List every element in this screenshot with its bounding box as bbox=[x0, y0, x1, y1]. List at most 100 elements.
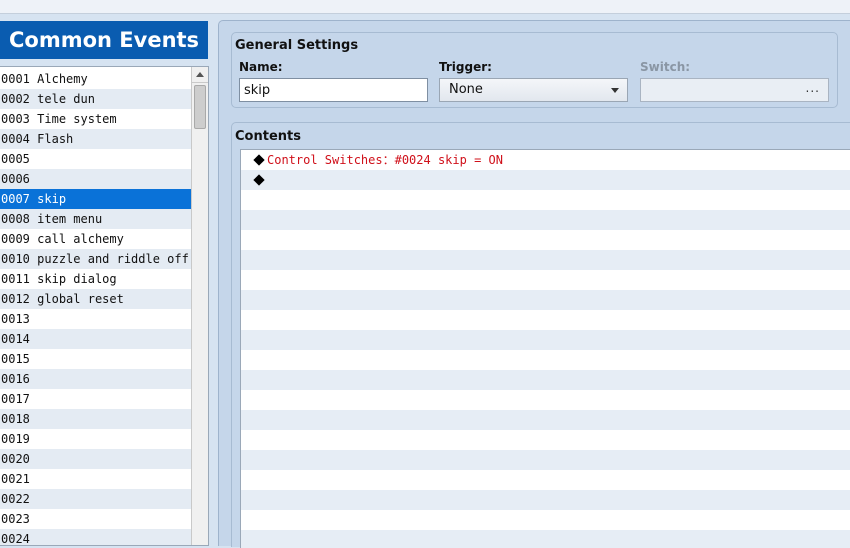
event-id: 0022 bbox=[1, 492, 30, 506]
switch-label: Switch: bbox=[640, 60, 691, 74]
empty-row bbox=[241, 290, 850, 310]
list-item[interactable]: 0007 skip bbox=[0, 189, 191, 209]
scroll-up-button[interactable] bbox=[192, 67, 208, 83]
list-item[interactable]: 0020 bbox=[0, 449, 191, 469]
event-id: 0003 bbox=[1, 112, 30, 126]
list-item[interactable]: 0023 bbox=[0, 509, 191, 529]
empty-row bbox=[241, 270, 850, 290]
trigger-select[interactable]: None bbox=[439, 78, 628, 102]
list-item[interactable]: 0002 tele dun bbox=[0, 89, 191, 109]
event-id: 0017 bbox=[1, 392, 30, 406]
event-name: puzzle and riddle off bbox=[37, 252, 189, 266]
event-id: 0010 bbox=[1, 252, 30, 266]
list-item[interactable]: 0022 bbox=[0, 489, 191, 509]
list-item[interactable]: 0012 global reset bbox=[0, 289, 191, 309]
event-list-items: 0001 Alchemy 0002 tele dun 0003 Time syste… bbox=[0, 69, 191, 546]
list-item[interactable]: 0009 call alchemy bbox=[0, 229, 191, 249]
list-item[interactable]: 0005 bbox=[0, 149, 191, 169]
event-name: Flash bbox=[37, 132, 74, 146]
empty-row bbox=[241, 430, 850, 450]
event-id: 0023 bbox=[1, 512, 30, 526]
empty-row bbox=[241, 190, 850, 210]
list-scrollbar[interactable] bbox=[191, 67, 208, 545]
scroll-thumb[interactable] bbox=[194, 85, 206, 129]
list-item[interactable]: 0019 bbox=[0, 429, 191, 449]
list-item[interactable]: 0017 bbox=[0, 389, 191, 409]
empty-row bbox=[241, 330, 850, 350]
diamond-icon bbox=[253, 174, 265, 186]
command-text: Control Switches：#0024 skip = ON bbox=[267, 153, 503, 167]
command-row[interactable] bbox=[241, 170, 850, 190]
event-id: 0008 bbox=[1, 212, 30, 226]
event-id: 0012 bbox=[1, 292, 30, 306]
name-input[interactable] bbox=[239, 78, 428, 102]
general-settings-group: General Settings Name: Trigger: Switch: … bbox=[231, 32, 838, 108]
list-item[interactable]: 0008 item menu bbox=[0, 209, 191, 229]
switch-browse-button[interactable]: ... bbox=[806, 81, 820, 95]
event-name: item menu bbox=[37, 212, 103, 226]
command-row[interactable]: Control Switches：#0024 skip = ON bbox=[241, 150, 850, 170]
event-name: call alchemy bbox=[37, 232, 124, 246]
common-events-list[interactable]: 0001 Alchemy 0002 tele dun 0003 Time syste… bbox=[0, 66, 209, 546]
contents-group: Contents Control Switches：#0024 skip = O… bbox=[231, 122, 850, 548]
list-item[interactable]: 0003 Time system bbox=[0, 109, 191, 129]
chevron-up-icon bbox=[196, 72, 204, 77]
event-id: 0013 bbox=[1, 312, 30, 326]
event-id: 0018 bbox=[1, 412, 30, 426]
event-id: 0006 bbox=[1, 172, 30, 186]
switch-selector[interactable]: ... bbox=[640, 78, 829, 102]
list-item[interactable]: 0010 puzzle and riddle off bbox=[0, 249, 191, 269]
event-id: 0014 bbox=[1, 332, 30, 346]
list-item[interactable]: 0021 bbox=[0, 469, 191, 489]
list-item[interactable]: 0013 bbox=[0, 309, 191, 329]
contents-title: Contents bbox=[235, 129, 301, 144]
trigger-selected-value: None bbox=[449, 82, 483, 97]
empty-row bbox=[241, 530, 850, 548]
event-id: 0011 bbox=[1, 272, 30, 286]
top-toolbar-strip bbox=[0, 0, 850, 14]
list-item[interactable]: 0018 bbox=[0, 409, 191, 429]
list-item[interactable]: 0014 bbox=[0, 329, 191, 349]
list-item[interactable]: 0024 bbox=[0, 529, 191, 546]
event-name: Time system bbox=[37, 112, 117, 126]
event-id: 0024 bbox=[1, 532, 30, 546]
empty-row bbox=[241, 510, 850, 530]
event-name: global reset bbox=[37, 292, 124, 306]
empty-row bbox=[241, 370, 850, 390]
event-name: tele dun bbox=[37, 92, 95, 106]
chevron-down-icon bbox=[611, 88, 619, 93]
list-item[interactable]: 0001 Alchemy bbox=[0, 69, 191, 89]
empty-row bbox=[241, 390, 850, 410]
event-id: 0019 bbox=[1, 432, 30, 446]
empty-row bbox=[241, 450, 850, 470]
event-id: 0005 bbox=[1, 152, 30, 166]
panel-title: Common Events bbox=[0, 21, 208, 59]
event-name: Alchemy bbox=[37, 72, 88, 86]
empty-row bbox=[241, 250, 850, 270]
list-item[interactable]: 0016 bbox=[0, 369, 191, 389]
trigger-label: Trigger: bbox=[439, 60, 492, 74]
empty-row bbox=[241, 310, 850, 330]
empty-row bbox=[241, 410, 850, 430]
event-id: 0020 bbox=[1, 452, 30, 466]
list-item[interactable]: 0015 bbox=[0, 349, 191, 369]
empty-row bbox=[241, 210, 850, 230]
list-item[interactable]: 0006 bbox=[0, 169, 191, 189]
event-id: 0009 bbox=[1, 232, 30, 246]
event-id: 0016 bbox=[1, 372, 30, 386]
empty-row bbox=[241, 350, 850, 370]
event-editor-area: General Settings Name: Trigger: Switch: … bbox=[218, 20, 850, 548]
event-id: 0021 bbox=[1, 472, 30, 486]
diamond-icon bbox=[253, 154, 265, 166]
event-name: skip dialog bbox=[37, 272, 117, 286]
event-id: 0007 bbox=[1, 192, 30, 206]
event-id: 0002 bbox=[1, 92, 30, 106]
common-events-panel: Common Events 0001 Alchemy 0002 tele dun 0… bbox=[0, 14, 214, 546]
list-item[interactable]: 0011 skip dialog bbox=[0, 269, 191, 289]
event-name: skip bbox=[37, 192, 67, 206]
command-list[interactable]: Control Switches：#0024 skip = ON bbox=[240, 149, 850, 548]
list-item[interactable]: 0004 Flash bbox=[0, 129, 191, 149]
empty-row bbox=[241, 490, 850, 510]
empty-row bbox=[241, 470, 850, 490]
event-id: 0001 bbox=[1, 72, 30, 86]
